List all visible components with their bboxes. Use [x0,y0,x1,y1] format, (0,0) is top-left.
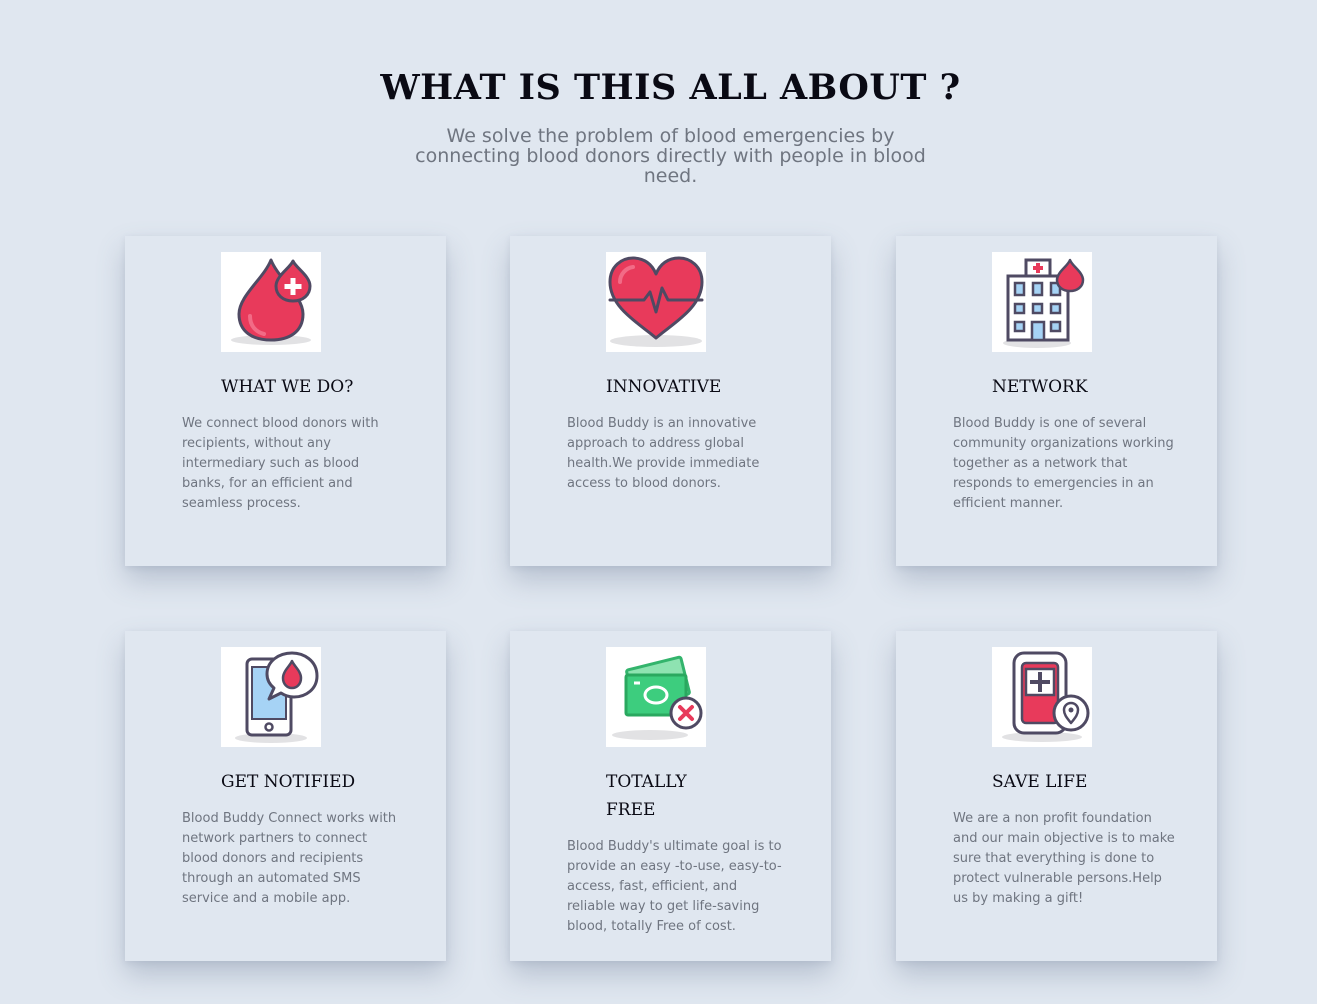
section-subtitle: We solve the problem of blood emergencie… [415,125,926,187]
card-description: We connect blood donors with recipients,… [182,416,379,511]
section-header: WHAT IS THIS ALL ABOUT ? We solve the pr… [0,62,1317,186]
hospital-building-icon [992,252,1092,352]
blood-drop-plus-icon [221,252,321,352]
card-title: GET NOTIFIED [221,772,356,792]
phone-notification-icon [221,647,321,747]
card-description: Blood Buddy is an innovative approach to… [567,416,760,491]
section-title: WHAT IS THIS ALL ABOUT ? [380,67,961,108]
card-description: Blood Buddy Connect works with network p… [182,811,397,906]
blood-bag-location-icon [992,647,1092,747]
card-description: We are a non profit foundation and our m… [953,811,1175,906]
card-title: NETWORK [992,377,1088,397]
card-title: SAVE LIFE [992,772,1088,792]
heart-pulse-icon [606,252,706,352]
feature-card-what-we-do: WHAT WE DO? We connect blood donors with… [125,236,446,566]
card-title: TOTALLY FREE [606,772,687,820]
card-description: Blood Buddy is one of several community … [953,416,1174,511]
feature-card-save-life: SAVE LIFE We are a non profit foundation… [896,631,1217,961]
feature-card-totally-free: TOTALLY FREE Blood Buddy's ultimate goal… [510,631,831,961]
card-title: WHAT WE DO? [221,377,354,397]
money-free-icon [606,647,706,747]
feature-card-network: NETWORK Blood Buddy is one of several co… [896,236,1217,566]
card-title: INNOVATIVE [606,377,722,397]
feature-card-get-notified: GET NOTIFIED Blood Buddy Connect works w… [125,631,446,961]
card-description: Blood Buddy's ultimate goal is to provid… [567,839,782,934]
feature-card-innovative: INNOVATIVE Blood Buddy is an innovative … [510,236,831,566]
